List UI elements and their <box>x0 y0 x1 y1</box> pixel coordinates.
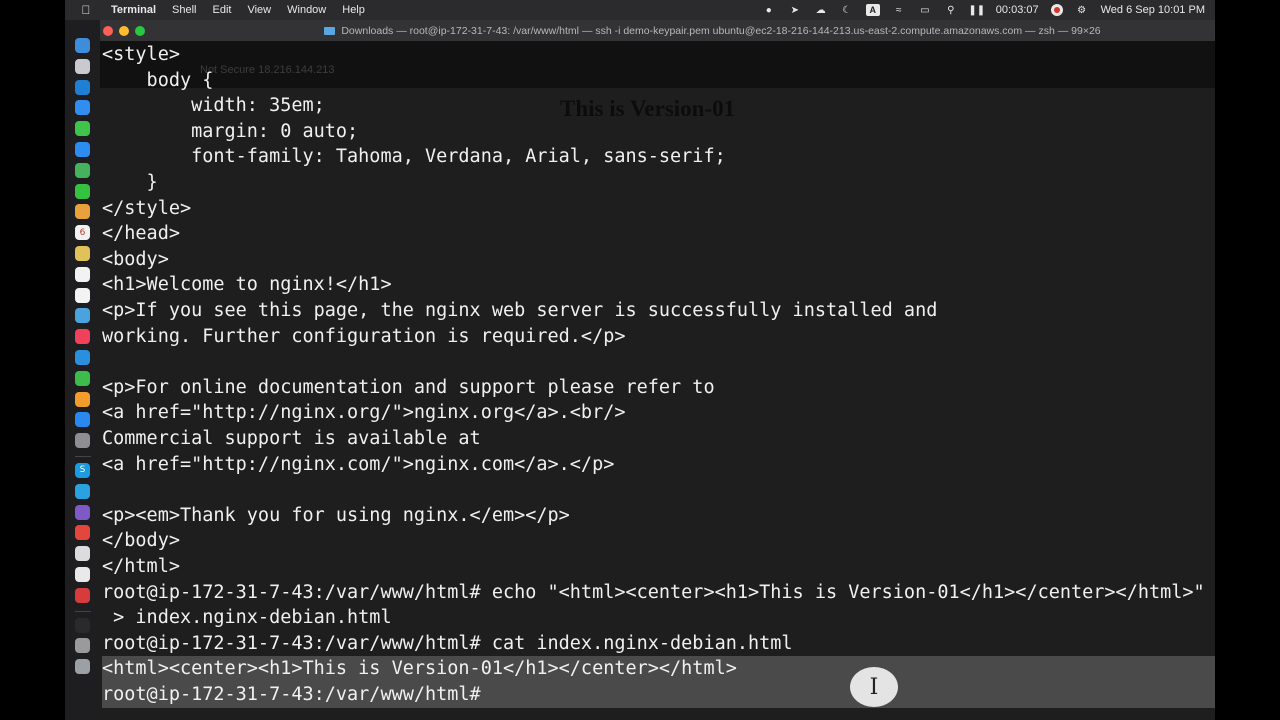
terminal-line: <h1>Welcome to nginx!</h1> <box>102 274 392 296</box>
terminal-line: root@ip-172-31-7-43:/var/www/html# cat i… <box>102 632 793 654</box>
finder-icon[interactable] <box>75 38 90 53</box>
photos-icon[interactable] <box>75 204 90 220</box>
menu-extras: ● ➤ ☁ ☾ A ≈ ▭ ⚲ ❚❚ 00:03:07 ⚙ Wed 6 Sep … <box>762 0 1205 20</box>
terminal-line: > index.nginx-debian.html <box>102 607 392 629</box>
moon-icon[interactable]: ☾ <box>840 3 854 17</box>
text-cursor-icon: I <box>850 667 898 707</box>
numbers-icon[interactable] <box>75 370 90 386</box>
terminal-line: </head> <box>102 223 180 245</box>
terminal-window: Downloads — root@ip-172-31-7-43: /var/ww… <box>100 20 1215 720</box>
terminal-line: <p><em>Thank you for using nginx.</em></… <box>102 504 570 526</box>
cloud-icon[interactable]: ☁ <box>814 3 828 17</box>
terminal-line: width: 35em; <box>102 95 325 117</box>
terminal-line: <body> <box>102 248 169 270</box>
mail-icon[interactable] <box>75 141 90 157</box>
terminal-line: <a href="http://nginx.com/">nginx.com</a… <box>102 453 615 475</box>
terminal-line: <p>If you see this page, the nginx web s… <box>102 300 938 321</box>
presentation-icon[interactable] <box>75 587 90 603</box>
settings-icon[interactable] <box>75 433 90 449</box>
terminal-output[interactable]: <style> body { width: 35em; margin: 0 au… <box>102 42 1215 720</box>
menu-shell[interactable]: Shell <box>172 4 196 16</box>
menu-terminal[interactable]: Terminal <box>111 4 156 16</box>
title-bar[interactable]: Downloads — root@ip-172-31-7-43: /var/ww… <box>100 20 1215 42</box>
folder-icon <box>324 26 336 35</box>
terminal-line: margin: 0 auto; <box>102 120 359 142</box>
search-icon[interactable]: ⚲ <box>944 3 958 17</box>
notes-icon[interactable] <box>75 245 90 261</box>
printer-icon[interactable] <box>75 638 90 654</box>
music-icon[interactable] <box>75 329 90 345</box>
terminal-line: } <box>102 172 158 193</box>
calendar-icon[interactable]: 6 <box>75 225 90 241</box>
terminal-line: working. Further configuration is requir… <box>102 325 626 347</box>
telegram-icon[interactable] <box>75 483 90 499</box>
terminal-line: </style> <box>102 197 192 219</box>
menu-clock[interactable]: Wed 6 Sep 10:01 PM <box>1101 4 1205 16</box>
terminal-line: </body> <box>102 530 180 552</box>
maps-icon[interactable] <box>75 162 90 178</box>
terminal-line: font-family: Tahoma, Verdana, Arial, san… <box>102 146 726 168</box>
wifi-icon[interactable]: ≈ <box>892 3 906 17</box>
vscode-icon[interactable] <box>75 79 90 95</box>
dock-separator <box>74 610 91 612</box>
menu-edit[interactable]: Edit <box>213 4 232 16</box>
stop-recording-icon[interactable] <box>1050 4 1063 16</box>
pages-icon[interactable] <box>75 391 90 407</box>
messages-icon[interactable] <box>75 121 90 137</box>
trash-icon[interactable] <box>75 659 90 675</box>
screen-icon[interactable] <box>75 546 90 562</box>
menu-view[interactable]: View <box>247 4 271 16</box>
dock: 6S <box>65 20 100 720</box>
vpn-icon[interactable]: ➤ <box>788 3 802 17</box>
chrome-app-icon[interactable] <box>75 566 90 582</box>
control-center-icon[interactable]: ⚙ <box>1075 3 1089 17</box>
keynote-icon[interactable] <box>75 349 90 365</box>
close-button[interactable] <box>103 25 113 36</box>
terminal-line: <p>For online documentation and support … <box>102 376 715 398</box>
terminal-icon[interactable] <box>75 617 90 633</box>
input-source-icon[interactable]: A <box>865 4 880 16</box>
terminal-line: root@ip-172-31-7-43:/var/www/html# <box>102 682 1215 708</box>
launchpad-icon[interactable] <box>75 58 90 74</box>
recording-timer: 00:03:07 <box>995 4 1039 16</box>
freeform-icon[interactable] <box>75 287 90 303</box>
dock-separator <box>74 455 91 457</box>
terminal-line: Commercial support is available at <box>102 428 481 449</box>
chrome-icon[interactable] <box>75 308 90 324</box>
terminal-line: <html><center><h1>This is Version-01</h1… <box>102 656 1215 682</box>
safari-icon[interactable] <box>75 100 90 116</box>
skype-icon[interactable]: S <box>75 462 90 478</box>
appstore-icon[interactable] <box>75 412 90 428</box>
anydesk-icon[interactable] <box>75 525 90 541</box>
terminal-line: root@ip-172-31-7-43:/var/www/html# echo … <box>102 581 1205 603</box>
menu-window[interactable]: Window <box>287 4 326 16</box>
terminal-line: body { <box>102 69 214 91</box>
terminal-line: <style> <box>102 44 180 65</box>
apple-menu-icon[interactable]:  <box>77 3 95 17</box>
zoom-button[interactable] <box>135 25 145 36</box>
viber-icon[interactable] <box>75 504 90 520</box>
battery-icon[interactable]: ▭ <box>918 3 932 17</box>
pause-recording-icon[interactable]: ❚❚ <box>968 3 985 17</box>
facetime-icon[interactable] <box>75 183 90 199</box>
notification-app-icon[interactable]: ● <box>762 3 776 17</box>
reminders-icon[interactable] <box>75 266 90 282</box>
minimize-button[interactable] <box>119 25 129 36</box>
menu-help[interactable]: Help <box>342 4 365 16</box>
terminal-line: <a href="http://nginx.org/">nginx.org</a… <box>102 402 626 424</box>
menu-bar:  Terminal Shell Edit View Window Help ●… <box>65 0 1215 20</box>
window-title: Downloads — root@ip-172-31-7-43: /var/ww… <box>341 24 1101 37</box>
terminal-line: </html> <box>102 556 180 577</box>
